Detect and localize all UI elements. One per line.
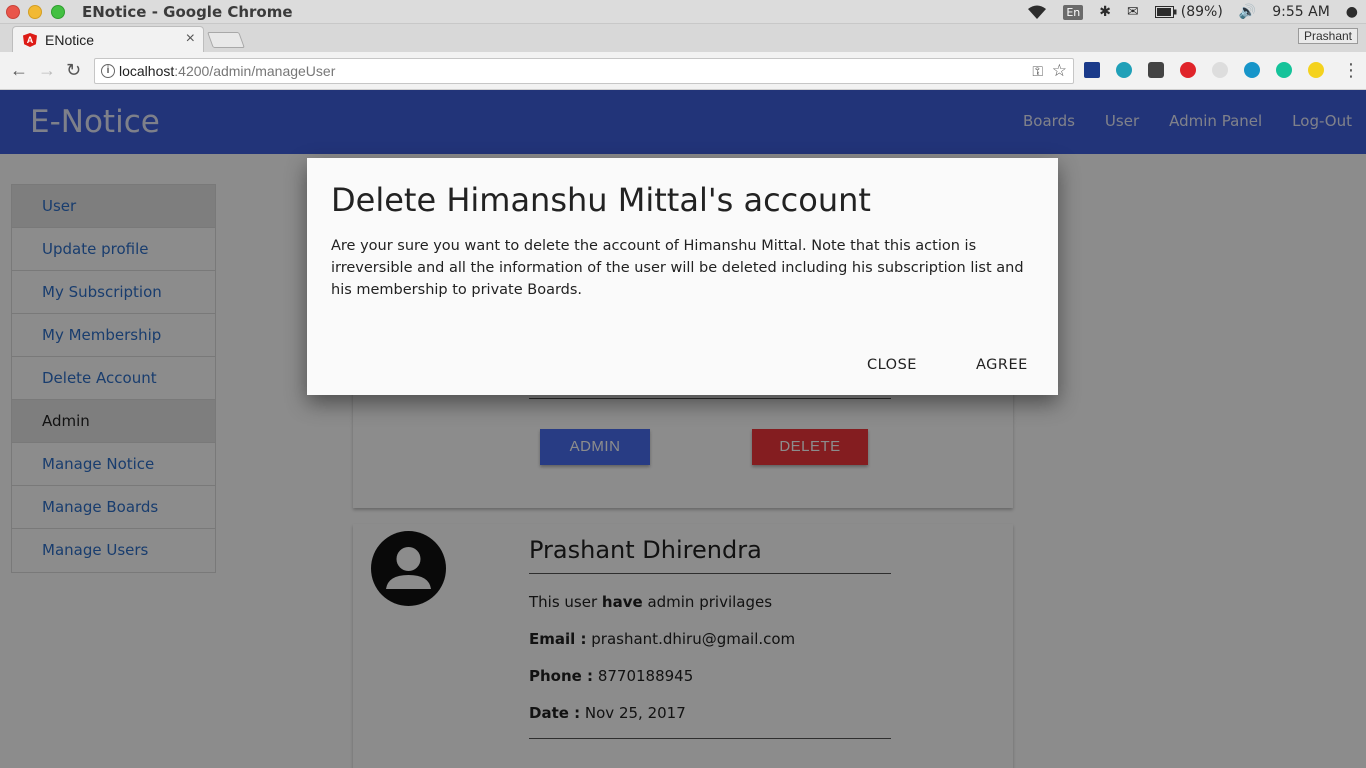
extension-icon-2[interactable] xyxy=(1116,62,1132,78)
extension-icon-1[interactable] xyxy=(1084,62,1100,78)
bookmark-star-icon[interactable]: ☆ xyxy=(1052,61,1067,81)
tab-close-icon[interactable]: × xyxy=(186,30,195,48)
site-info-icon[interactable]: i xyxy=(101,64,115,78)
bluetooth-icon[interactable]: ✱ xyxy=(1091,4,1119,20)
profile-button[interactable]: Prashant xyxy=(1297,28,1358,44)
battery-indicator[interactable]: (89%) xyxy=(1147,4,1231,20)
wifi-icon[interactable] xyxy=(1019,4,1055,20)
url-text[interactable]: localhost:4200/admin/manageUser xyxy=(119,63,335,79)
extension-icon-3[interactable] xyxy=(1148,62,1164,78)
delete-account-dialog: Delete Himanshu Mittal's account Are you… xyxy=(307,158,1058,395)
forward-icon[interactable]: → xyxy=(38,60,56,81)
browser-tab-strip: A ENotice × Prashant xyxy=(0,24,1366,52)
back-icon[interactable]: ← xyxy=(10,60,28,81)
tab-title: ENotice xyxy=(45,32,95,48)
chrome-menu-icon[interactable]: ⋮ xyxy=(1342,60,1360,81)
browser-toolbar: ← → ↻ i localhost:4200/admin/manageUser … xyxy=(0,52,1366,90)
os-title-bar: ENotice - Google Chrome En ✱ ✉ (89%) 🔊 9… xyxy=(0,0,1366,24)
window-close-button[interactable] xyxy=(6,5,20,19)
angular-favicon-icon: A xyxy=(23,33,37,47)
adblock-icon[interactable] xyxy=(1180,62,1196,78)
keyboard-language-indicator[interactable]: En xyxy=(1055,4,1091,20)
window-title: ENotice - Google Chrome xyxy=(82,3,293,21)
grammarly-icon[interactable] xyxy=(1276,62,1292,78)
clock[interactable]: 9:55 AM xyxy=(1264,4,1338,20)
address-bar[interactable]: i localhost:4200/admin/manageUser ⚿ ☆ xyxy=(94,58,1074,84)
browser-tab[interactable]: A ENotice × xyxy=(12,26,204,52)
window-minimize-button[interactable] xyxy=(28,5,42,19)
mail-icon[interactable]: ✉ xyxy=(1119,4,1147,20)
extension-icon-5[interactable] xyxy=(1212,62,1228,78)
key-icon[interactable]: ⚿ xyxy=(1032,63,1043,80)
battery-percent: (89%) xyxy=(1180,4,1223,20)
reload-icon[interactable]: ↻ xyxy=(66,60,81,81)
agree-button[interactable]: AGREE xyxy=(976,357,1028,373)
volume-icon[interactable]: 🔊 xyxy=(1231,4,1264,20)
dialog-title: Delete Himanshu Mittal's account xyxy=(331,181,871,219)
window-maximize-button[interactable] xyxy=(51,5,65,19)
new-tab-button[interactable] xyxy=(207,32,245,48)
extension-icon-8[interactable] xyxy=(1308,62,1324,78)
dialog-message: Are your sure you want to delete the acc… xyxy=(331,238,1024,298)
apple-menu-icon[interactable]: ● xyxy=(1338,4,1366,20)
battery-icon xyxy=(1154,6,1177,18)
extension-icon-6[interactable] xyxy=(1244,62,1260,78)
app-viewport: E-Notice Boards User Admin Panel Log-Out… xyxy=(0,90,1366,768)
close-button[interactable]: CLOSE xyxy=(867,357,917,373)
system-tray: En ✱ ✉ (89%) 🔊 9:55 AM ● xyxy=(1019,0,1366,24)
